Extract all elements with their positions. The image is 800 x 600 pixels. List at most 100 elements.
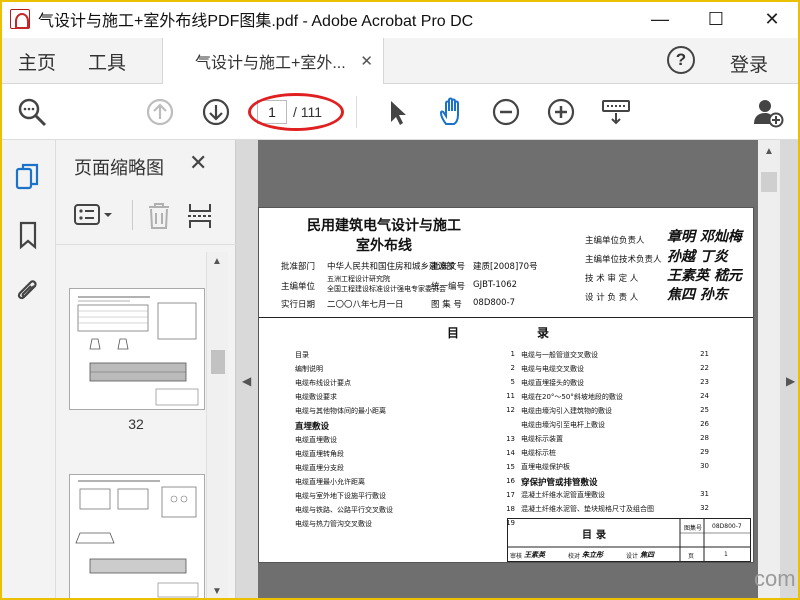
scroll-thumb[interactable] xyxy=(211,350,225,374)
previous-page-icon[interactable] xyxy=(144,96,176,128)
collapse-right-icon[interactable]: ▶ xyxy=(786,374,795,388)
toc-entry: 电缆与一般管道交叉敷设 21 xyxy=(521,350,709,360)
toc-entry-page: 15 xyxy=(506,463,515,471)
toc-entry: 电缆直埋敷设 13 xyxy=(295,435,515,445)
toc-entry-page: 29 xyxy=(700,448,709,456)
toc-entry: 电缆与热力管沟交叉敷设 19 xyxy=(295,519,515,529)
toc-entry-text: 编制说明 xyxy=(295,365,323,373)
toc-entry-page: 23 xyxy=(700,378,709,386)
document-scrollbar[interactable]: ▲ xyxy=(758,140,780,600)
document-title: 民用建筑电气设计与施工 室外布线 xyxy=(304,216,464,256)
window-title: 气设计与施工+室外布线PDF图集.pdf - Adobe Acrobat Pro… xyxy=(38,13,474,30)
bookmark-icon[interactable] xyxy=(14,220,42,250)
page-thumbnails-icon[interactable] xyxy=(14,162,42,192)
delete-icon[interactable] xyxy=(146,202,172,230)
toolbar-divider xyxy=(356,96,357,128)
toc-entry-page: 17 xyxy=(506,491,515,499)
next-page-icon[interactable] xyxy=(200,96,232,128)
cover-header: 民用建筑电气设计与施工 室外布线 批准部门 中华人民共和国住房和城乡建设部 批准… xyxy=(259,208,753,318)
title-block-signature: 朱立彤 xyxy=(582,551,603,559)
tab-tools[interactable]: 工具 xyxy=(88,48,126,75)
select-cursor-icon[interactable] xyxy=(382,96,414,128)
signature: 王素英 嵇元 xyxy=(667,268,742,284)
close-tab-icon[interactable]: ✕ xyxy=(360,52,373,70)
toc-entry-text: 电缆与室外地下设施平行敷设 xyxy=(295,492,386,500)
toc-entry: 混凝土纤维水泥管、垫块规格尺寸及组合图 32 xyxy=(521,504,709,514)
close-window-button[interactable]: ✕ xyxy=(744,0,800,38)
minimize-button[interactable]: — xyxy=(632,0,688,38)
toc-entry-text: 电缆在20°～50°斜坡地段的敷设 xyxy=(521,393,623,401)
page-number-input[interactable]: 1 xyxy=(257,100,287,124)
toc-entry-text: 电缆标示装置 xyxy=(521,435,563,443)
page-total: / 111 xyxy=(293,104,323,120)
toc-title: 目录 xyxy=(447,326,628,340)
insert-page-icon[interactable] xyxy=(186,202,216,230)
toc-entry-page: 12 xyxy=(506,406,515,414)
zoom-in-icon[interactable] xyxy=(545,96,577,128)
toc-entry: 电缆直埋分支段 15 xyxy=(295,463,515,473)
toc-entry-page: 31 xyxy=(700,490,709,498)
toc-entry-text: 电缆直埋接头的敷设 xyxy=(521,379,584,387)
scroll-up-icon[interactable]: ▲ xyxy=(212,256,222,267)
meta-value: 二〇〇八年七月一日 xyxy=(327,300,404,310)
title-block-value: 08D800-7 xyxy=(712,523,742,530)
meta-value: 08D800-7 xyxy=(473,298,516,308)
page-thumbnail[interactable] xyxy=(69,288,205,410)
toc-entry-page: 1 xyxy=(510,350,515,358)
zoom-out-icon[interactable] xyxy=(490,96,522,128)
signature-role: 技 术 审 定 人 xyxy=(585,274,639,284)
toc-entry: 电缆在20°～50°斜坡地段的敷设 24 xyxy=(521,392,709,402)
page-navigator: 1 / 111 xyxy=(257,99,335,125)
title-block-label: 设计 xyxy=(626,553,639,560)
maximize-button[interactable]: ☐ xyxy=(688,0,744,38)
scroll-down-icon[interactable]: ▼ xyxy=(212,586,222,597)
login-button[interactable]: 登录 xyxy=(730,50,768,77)
help-button[interactable]: ? xyxy=(667,46,695,74)
toc-entry: 电缆直埋最小允许距离 16 xyxy=(295,477,515,487)
tab-home[interactable]: 主页 xyxy=(18,48,56,75)
keyboard-tool-icon[interactable] xyxy=(600,96,632,128)
signature-role: 主编单位技术负责人 xyxy=(585,255,662,265)
thumbnail-scrollbar[interactable]: ▲ ▼ xyxy=(206,252,228,600)
attachment-icon[interactable] xyxy=(14,276,42,306)
toc-entry-page: 18 xyxy=(506,505,515,513)
tab-document[interactable]: 气设计与施工+室外... ✕ xyxy=(162,38,384,84)
toc-entry: 电缆由壕沟引至电杆上敷设 26 xyxy=(521,420,709,430)
meta-label: 图 集 号 xyxy=(431,300,462,310)
page-thumbnail[interactable] xyxy=(69,474,205,600)
title-block-label: 页 xyxy=(688,553,695,560)
signature-role: 设 计 负 责 人 xyxy=(585,293,639,303)
toc-entry-text: 电缆直埋分支段 xyxy=(295,464,344,472)
toc-entry-text: 电缆直埋敷设 xyxy=(295,436,337,444)
search-icon[interactable] xyxy=(16,96,48,128)
toolbar: 1 / 111 xyxy=(0,84,800,140)
drawing-title-block: 目录 图集号 08D800-7 审核 王素英 校对 朱立彤 设计 焦四 页 1 xyxy=(507,518,751,562)
toc-entry-page: 26 xyxy=(700,420,709,428)
meta-label: 批准文号 xyxy=(431,262,466,272)
toc-entry-page: 28 xyxy=(700,434,709,442)
options-menu-icon[interactable] xyxy=(74,203,116,227)
toc-entry-text: 电缆布线设计要点 xyxy=(295,379,351,387)
title-block-name: 目录 xyxy=(582,530,610,541)
toc-entry-page: 16 xyxy=(506,477,515,485)
toc-entry: 混凝土纤维水泥管直埋敷设 31 xyxy=(521,490,709,500)
toc-entry-page: 21 xyxy=(700,350,709,358)
thumbnail-tools xyxy=(72,200,222,230)
hand-tool-icon[interactable] xyxy=(436,96,468,128)
meta-value: 全国工程建设标准设计强电专家委员会 xyxy=(327,285,446,293)
scroll-thumb[interactable] xyxy=(761,172,777,192)
add-user-icon[interactable] xyxy=(752,96,784,128)
thumbnail-page-label: 32 xyxy=(128,416,144,432)
toc-entry-page: 32 xyxy=(700,504,709,512)
left-navigation-rail xyxy=(0,140,56,600)
toc-section: 直埋敷设 xyxy=(295,422,330,432)
title-block-signature: 王素英 xyxy=(524,551,545,559)
pane-divider xyxy=(56,244,236,245)
toc-entry-text: 混凝土纤维水泥管、垫块规格尺寸及组合图 xyxy=(521,505,654,513)
scroll-up-icon[interactable]: ▲ xyxy=(764,146,774,157)
close-pane-icon[interactable]: ✕ xyxy=(189,150,207,176)
toc-entry-text: 电缆直埋最小允许距离 xyxy=(295,478,365,486)
toc-entry-text: 电缆与铁路、公路平行交叉敷设 xyxy=(295,506,393,514)
pdf-page: 民用建筑电气设计与施工 室外布线 批准部门 中华人民共和国住房和城乡建设部 批准… xyxy=(258,207,754,563)
collapse-left-icon[interactable]: ◀ xyxy=(242,374,251,388)
